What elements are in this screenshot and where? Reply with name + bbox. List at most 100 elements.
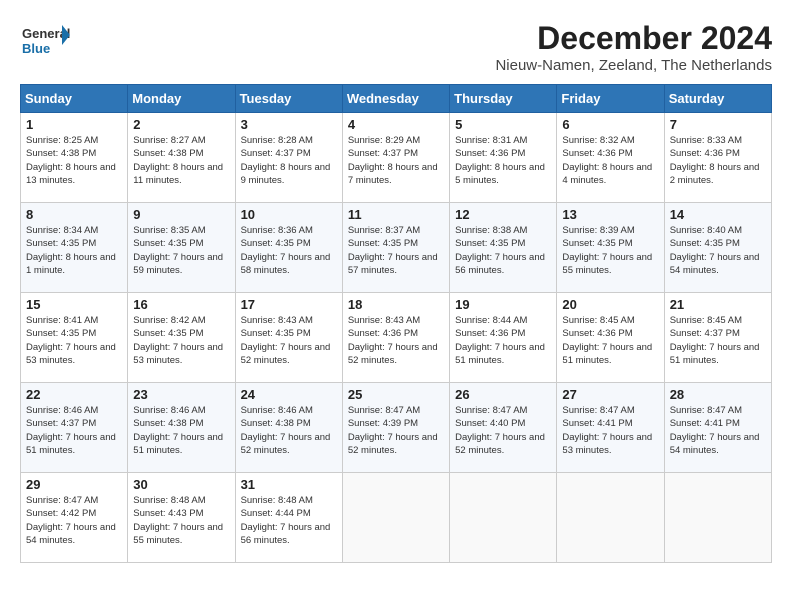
day-info: Sunrise: 8:46 AMSunset: 4:37 PMDaylight:…	[26, 404, 122, 457]
day-info: Sunrise: 8:27 AMSunset: 4:38 PMDaylight:…	[133, 134, 229, 187]
day-info: Sunrise: 8:48 AMSunset: 4:44 PMDaylight:…	[241, 494, 337, 547]
day-number: 19	[455, 297, 551, 312]
day-number: 20	[562, 297, 658, 312]
table-row: 12Sunrise: 8:38 AMSunset: 4:35 PMDayligh…	[450, 203, 557, 293]
table-row: 14 Sunrise: 8:40 AMSunset: 4:35 PMDayligh…	[664, 203, 771, 293]
calendar-header-row: SundayMondayTuesdayWednesdayThursdayFrid…	[21, 85, 772, 113]
table-row	[342, 473, 449, 563]
day-info: Sunrise: 8:35 AMSunset: 4:35 PMDaylight:…	[133, 224, 229, 277]
table-row: 27 Sunrise: 8:47 AMSunset: 4:41 PMDayligh…	[557, 383, 664, 473]
day-info: Sunrise: 8:32 AMSunset: 4:36 PMDaylight:…	[562, 134, 658, 187]
day-info: Sunrise: 8:38 AMSunset: 4:35 PMDaylight:…	[455, 224, 551, 277]
day-number: 2	[133, 117, 229, 132]
table-row: 18 Sunrise: 8:43 AMSunset: 4:36 PMDayligh…	[342, 293, 449, 383]
table-row: 19 Sunrise: 8:44 AMSunset: 4:36 PMDayligh…	[450, 293, 557, 383]
day-info: Sunrise: 8:34 AMSunset: 4:35 PMDaylight:…	[26, 224, 122, 277]
day-info: Sunrise: 8:25 AMSunset: 4:38 PMDaylight:…	[26, 134, 122, 187]
day-number: 29	[26, 477, 122, 492]
day-info: Sunrise: 8:47 AMSunset: 4:41 PMDaylight:…	[562, 404, 658, 457]
title-section: December 2024 Nieuw-Namen, Zeeland, The …	[495, 20, 772, 74]
subtitle: Nieuw-Namen, Zeeland, The Netherlands	[495, 57, 772, 74]
table-row: 29 Sunrise: 8:47 AMSunset: 4:42 PMDayligh…	[21, 473, 128, 563]
table-row: 10 Sunrise: 8:36 AMSunset: 4:35 PMDayligh…	[235, 203, 342, 293]
calendar-header-wednesday: Wednesday	[342, 85, 449, 113]
day-number: 10	[241, 207, 337, 222]
day-number: 3	[241, 117, 337, 132]
svg-text:Blue: Blue	[22, 41, 50, 56]
day-number: 8	[26, 207, 122, 222]
table-row: 6 Sunrise: 8:32 AMSunset: 4:36 PMDaylight…	[557, 113, 664, 203]
day-number: 22	[26, 387, 122, 402]
table-row: 1 Sunrise: 8:25 AMSunset: 4:38 PMDaylight…	[21, 113, 128, 203]
day-info: Sunrise: 8:37 AMSunset: 4:35 PMDaylight:…	[348, 224, 444, 277]
table-row: 31 Sunrise: 8:48 AMSunset: 4:44 PMDayligh…	[235, 473, 342, 563]
day-info: Sunrise: 8:36 AMSunset: 4:35 PMDaylight:…	[241, 224, 337, 277]
day-number: 15	[26, 297, 122, 312]
calendar-week-row: 1 Sunrise: 8:25 AMSunset: 4:38 PMDaylight…	[21, 113, 772, 203]
day-info: Sunrise: 8:33 AMSunset: 4:36 PMDaylight:…	[670, 134, 766, 187]
day-info: Sunrise: 8:41 AMSunset: 4:35 PMDaylight:…	[26, 314, 122, 367]
calendar-header-tuesday: Tuesday	[235, 85, 342, 113]
table-row: 20 Sunrise: 8:45 AMSunset: 4:36 PMDayligh…	[557, 293, 664, 383]
day-info: Sunrise: 8:46 AMSunset: 4:38 PMDaylight:…	[133, 404, 229, 457]
day-info: Sunrise: 8:45 AMSunset: 4:37 PMDaylight:…	[670, 314, 766, 367]
day-number: 17	[241, 297, 337, 312]
table-row: 9 Sunrise: 8:35 AMSunset: 4:35 PMDaylight…	[128, 203, 235, 293]
day-info: Sunrise: 8:39 AMSunset: 4:35 PMDaylight:…	[562, 224, 658, 277]
day-info: Sunrise: 8:48 AMSunset: 4:43 PMDaylight:…	[133, 494, 229, 547]
calendar-header-friday: Friday	[557, 85, 664, 113]
calendar-header-monday: Monday	[128, 85, 235, 113]
day-number: 16	[133, 297, 229, 312]
table-row: 11 Sunrise: 8:37 AMSunset: 4:35 PMDayligh…	[342, 203, 449, 293]
day-number: 28	[670, 387, 766, 402]
table-row: 5Sunrise: 8:31 AMSunset: 4:36 PMDaylight…	[450, 113, 557, 203]
main-title: December 2024	[495, 20, 772, 57]
day-info: Sunrise: 8:40 AMSunset: 4:35 PMDaylight:…	[670, 224, 766, 277]
day-number: 14	[670, 207, 766, 222]
day-number: 13	[562, 207, 658, 222]
day-info: Sunrise: 8:29 AMSunset: 4:37 PMDaylight:…	[348, 134, 444, 187]
day-number: 31	[241, 477, 337, 492]
calendar-week-row: 29 Sunrise: 8:47 AMSunset: 4:42 PMDayligh…	[21, 473, 772, 563]
day-number: 7	[670, 117, 766, 132]
table-row: 2 Sunrise: 8:27 AMSunset: 4:38 PMDaylight…	[128, 113, 235, 203]
table-row: 16 Sunrise: 8:42 AMSunset: 4:35 PMDayligh…	[128, 293, 235, 383]
day-info: Sunrise: 8:43 AMSunset: 4:35 PMDaylight:…	[241, 314, 337, 367]
table-row: 21 Sunrise: 8:45 AMSunset: 4:37 PMDayligh…	[664, 293, 771, 383]
table-row: 13 Sunrise: 8:39 AMSunset: 4:35 PMDayligh…	[557, 203, 664, 293]
day-info: Sunrise: 8:43 AMSunset: 4:36 PMDaylight:…	[348, 314, 444, 367]
day-number: 11	[348, 207, 444, 222]
table-row: 28 Sunrise: 8:47 AMSunset: 4:41 PMDayligh…	[664, 383, 771, 473]
day-number: 23	[133, 387, 229, 402]
day-number: 21	[670, 297, 766, 312]
table-row: 26 Sunrise: 8:47 AMSunset: 4:40 PMDayligh…	[450, 383, 557, 473]
day-number: 6	[562, 117, 658, 132]
table-row: 17 Sunrise: 8:43 AMSunset: 4:35 PMDayligh…	[235, 293, 342, 383]
day-number: 25	[348, 387, 444, 402]
day-info: Sunrise: 8:46 AMSunset: 4:38 PMDaylight:…	[241, 404, 337, 457]
day-info: Sunrise: 8:45 AMSunset: 4:36 PMDaylight:…	[562, 314, 658, 367]
day-info: Sunrise: 8:44 AMSunset: 4:36 PMDaylight:…	[455, 314, 551, 367]
day-number: 9	[133, 207, 229, 222]
table-row	[664, 473, 771, 563]
day-number: 27	[562, 387, 658, 402]
logo: General Blue	[20, 20, 74, 60]
day-info: Sunrise: 8:42 AMSunset: 4:35 PMDaylight:…	[133, 314, 229, 367]
table-row: 3 Sunrise: 8:28 AMSunset: 4:37 PMDaylight…	[235, 113, 342, 203]
day-info: Sunrise: 8:47 AMSunset: 4:39 PMDaylight:…	[348, 404, 444, 457]
day-info: Sunrise: 8:47 AMSunset: 4:40 PMDaylight:…	[455, 404, 551, 457]
table-row: 25 Sunrise: 8:47 AMSunset: 4:39 PMDayligh…	[342, 383, 449, 473]
day-number: 1	[26, 117, 122, 132]
table-row: 4 Sunrise: 8:29 AMSunset: 4:37 PMDaylight…	[342, 113, 449, 203]
day-number: 30	[133, 477, 229, 492]
day-info: Sunrise: 8:47 AMSunset: 4:41 PMDaylight:…	[670, 404, 766, 457]
table-row: 30 Sunrise: 8:48 AMSunset: 4:43 PMDayligh…	[128, 473, 235, 563]
table-row: 8 Sunrise: 8:34 AMSunset: 4:35 PMDaylight…	[21, 203, 128, 293]
day-info: Sunrise: 8:47 AMSunset: 4:42 PMDaylight:…	[26, 494, 122, 547]
day-number: 4	[348, 117, 444, 132]
day-info: Sunrise: 8:28 AMSunset: 4:37 PMDaylight:…	[241, 134, 337, 187]
day-number: 18	[348, 297, 444, 312]
calendar-header-saturday: Saturday	[664, 85, 771, 113]
table-row	[450, 473, 557, 563]
day-number: 26	[455, 387, 551, 402]
